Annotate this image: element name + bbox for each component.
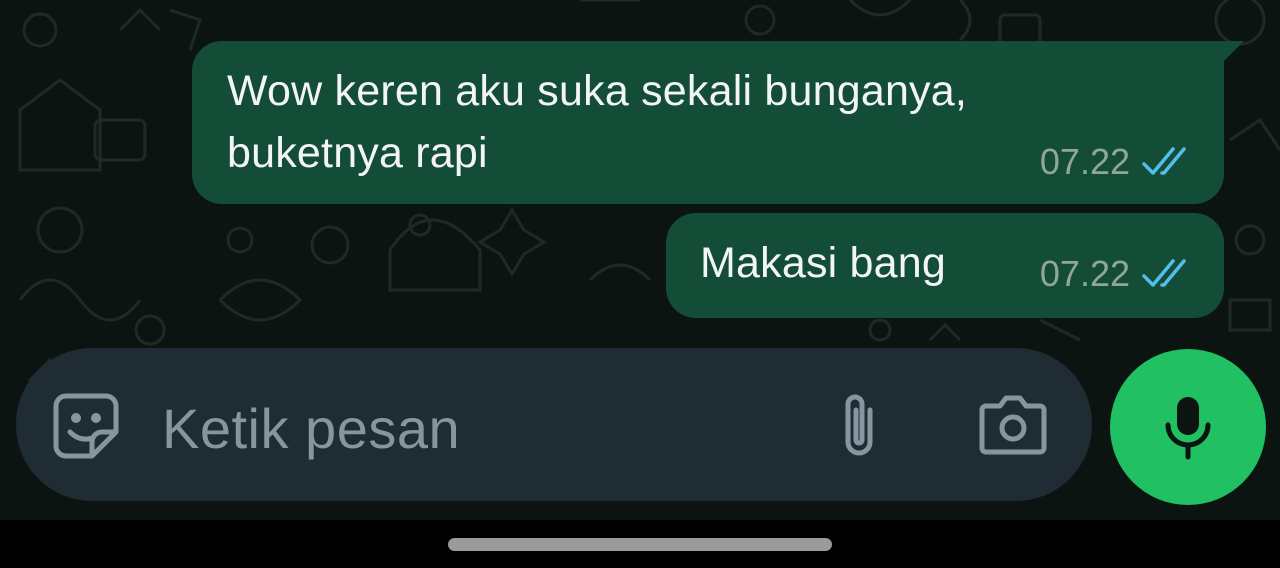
microphone-button[interactable] [1110,349,1266,505]
bubble-tail [1222,41,1244,63]
outgoing-message-bubble[interactable]: Makasi bang 07.22 [666,213,1224,318]
sticker-smile-icon[interactable] [52,392,120,460]
read-ticks-icon [1142,147,1194,177]
message-meta: 07.22 [1040,253,1194,295]
chat-screen: Wow keren aku suka sekali bunganya, buke… [0,0,1280,568]
read-ticks-icon [1142,259,1194,289]
message-time: 07.22 [1039,253,1130,294]
message-text: Wow keren aku suka sekali bunganya, buke… [227,67,968,177]
message-input-placeholder[interactable]: Ketik pesan [162,396,460,461]
outgoing-message-bubble[interactable]: Wow keren aku suka sekali bunganya, buke… [192,41,1244,204]
system-navigation-bar [0,520,1280,568]
chat-area[interactable]: Wow keren aku suka sekali bunganya, buke… [0,0,1280,520]
message-time: 07.22 [1039,141,1130,182]
message-text: Makasi bang [700,239,947,287]
paperclip-icon[interactable] [834,390,884,462]
message-composer[interactable]: Ketik pesan [16,348,1092,501]
message-meta: 07.22 [1040,141,1194,183]
camera-icon[interactable] [978,392,1048,456]
microphone-icon [1165,397,1211,460]
home-gesture-handle[interactable] [448,538,832,551]
